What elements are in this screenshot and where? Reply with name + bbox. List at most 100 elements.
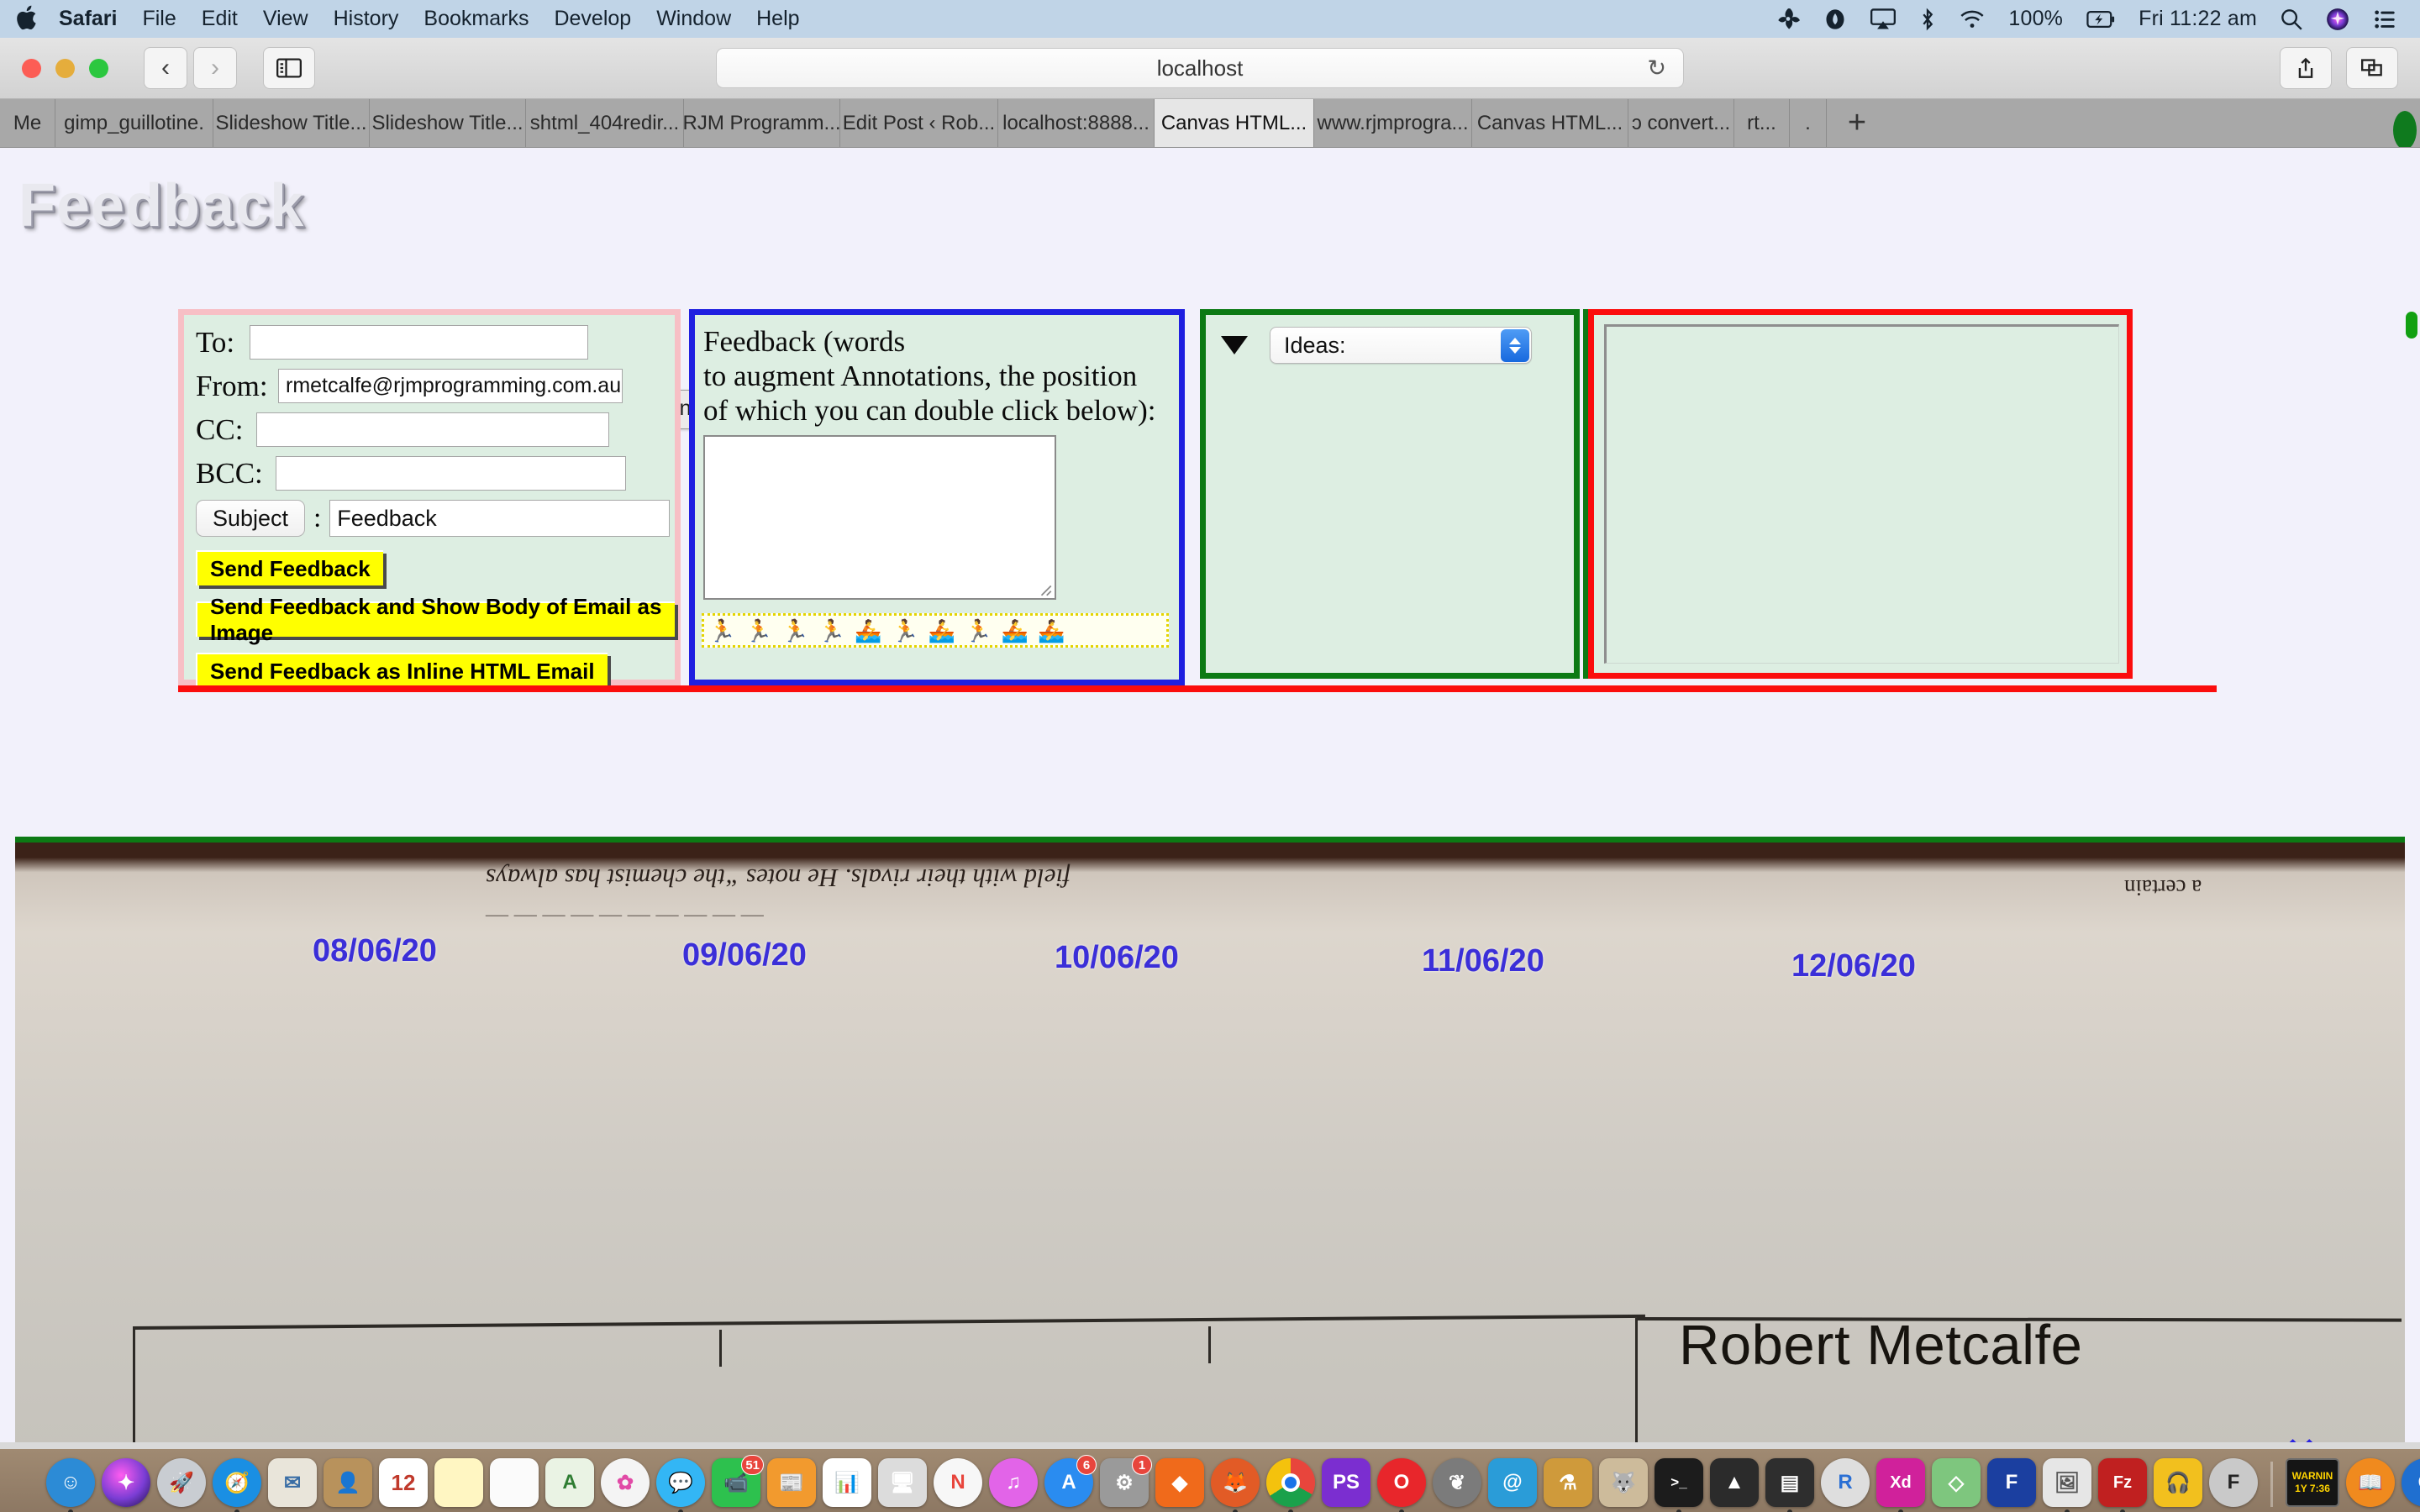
tab-0[interactable]: Me — [0, 99, 55, 147]
news-icon[interactable]: 📰 — [767, 1458, 816, 1507]
tab-8-active[interactable]: Canvas HTML... — [1155, 99, 1314, 147]
x-marker-4[interactable]: ✕ — [2286, 1431, 2317, 1442]
address-bar[interactable]: localhost ↻ — [716, 48, 1684, 88]
appstore-icon[interactable]: A6 — [1044, 1455, 1097, 1507]
tab-1[interactable]: gimp_guillotine. — [55, 99, 213, 147]
siri-dock-icon[interactable]: ✦ — [102, 1458, 150, 1507]
calendar-icon[interactable]: 12 — [379, 1458, 428, 1507]
menu-item-help[interactable]: Help — [756, 8, 799, 29]
tab-6[interactable]: Edit Post ‹ Rob... — [840, 99, 998, 147]
photos-icon[interactable]: ✿ — [601, 1458, 650, 1507]
warning-widget[interactable]: WARNIN 1Y 7:36 — [2286, 1458, 2339, 1507]
contacts-icon[interactable]: 👤 — [324, 1458, 372, 1507]
gimp-icon[interactable]: 🐺 — [1599, 1458, 1648, 1507]
subject-input[interactable]: Feedback — [329, 500, 671, 537]
fontlab-icon[interactable]: F — [2209, 1458, 2258, 1507]
forward-button[interactable]: › — [193, 47, 237, 89]
stepper-updown-icon[interactable] — [1501, 329, 1529, 362]
inkscape-icon[interactable]: ▲ — [1710, 1458, 1759, 1507]
menu-bar-clock[interactable]: Fri 11:22 am — [2139, 7, 2257, 31]
tab-9[interactable]: www.rjmprogra... — [1314, 99, 1472, 147]
minimize-window-button[interactable] — [55, 58, 75, 78]
tab-11[interactable]: ɔ convert... — [1628, 99, 1734, 147]
onyx-icon[interactable]: ❦ — [1433, 1458, 1481, 1507]
qlab-icon[interactable]: Q — [2402, 1458, 2420, 1507]
dropbox-app-icon[interactable]: ◆ — [1155, 1458, 1204, 1507]
close-window-button[interactable] — [22, 58, 41, 78]
new-tab-button[interactable]: + — [1827, 99, 1887, 147]
malwarebytes-icon[interactable] — [1823, 8, 1847, 31]
preview-icon[interactable]: 🖼 — [2043, 1458, 2091, 1512]
itunes-icon[interactable]: ♫ — [989, 1458, 1038, 1507]
tab-7[interactable]: localhost:8888... — [998, 99, 1155, 147]
apple-menu-icon[interactable] — [15, 3, 40, 32]
finder-icon[interactable]: ☺ — [46, 1458, 95, 1512]
maximize-window-button[interactable] — [89, 58, 108, 78]
facetime-icon[interactable]: 📹 51 — [712, 1455, 764, 1507]
send-feedback-inline-html-button[interactable]: Send Feedback as Inline HTML Email — [196, 653, 608, 688]
menu-item-edit[interactable]: Edit — [202, 8, 238, 29]
page-scrollbar-thumb[interactable] — [2406, 312, 2417, 339]
filezilla-icon[interactable]: Fz — [2098, 1458, 2147, 1512]
share-icon[interactable] — [2280, 47, 2332, 89]
reload-icon[interactable]: ↻ — [1647, 55, 1666, 81]
filemaker-icon[interactable]: F — [1987, 1458, 2036, 1507]
menu-item-develop[interactable]: Develop — [554, 8, 631, 29]
maps-icon[interactable]: A — [545, 1458, 594, 1507]
menu-item-history[interactable]: History — [334, 8, 399, 29]
cc-input[interactable] — [256, 412, 609, 447]
battery-charging-icon[interactable] — [2086, 10, 2115, 28]
lantern-icon[interactable]: ⚗ — [1544, 1458, 1592, 1507]
annotation-emoji-strip[interactable]: 🏃 🏃 🏃 🏃 🚣 🏃 🚣 🏃 🚣 🚣 — [702, 612, 1169, 648]
resize-grip-icon[interactable] — [1035, 580, 1052, 596]
contact-sheet-icon[interactable]: ▤ — [1765, 1458, 1814, 1512]
wifi-icon[interactable] — [1960, 9, 1985, 29]
back-button[interactable]: ‹ — [144, 47, 187, 89]
feedback-textarea[interactable] — [703, 434, 1056, 600]
ideas-select[interactable]: Ideas: — [1270, 327, 1532, 364]
tabs-overview-icon[interactable] — [2346, 47, 2398, 89]
siri-icon[interactable] — [2326, 8, 2349, 31]
preview-inner-frame[interactable] — [1604, 324, 2119, 664]
x-marker-3[interactable]: ✕ — [1933, 1435, 1964, 1442]
photoshop-icon[interactable]: PS — [1322, 1458, 1370, 1507]
tab-4[interactable]: shtml_404redir... — [526, 99, 684, 147]
triangle-down-icon[interactable] — [1221, 336, 1248, 354]
adobe-xd-icon[interactable]: Xd — [1876, 1458, 1925, 1512]
audacity-icon[interactable]: 🎧 — [2154, 1458, 2202, 1507]
tab-5[interactable]: RJM Programm... — [684, 99, 840, 147]
mail-icon[interactable]: ✉ — [268, 1458, 317, 1507]
menu-item-file[interactable]: File — [142, 8, 176, 29]
menu-item-window[interactable]: Window — [656, 8, 731, 29]
system-preferences-icon[interactable]: ⚙ 1 — [1100, 1455, 1152, 1507]
tab-12[interactable]: rt... — [1734, 99, 1790, 147]
firefox-icon[interactable]: 🦊 — [1211, 1458, 1260, 1512]
chrome-icon[interactable] — [1266, 1458, 1315, 1512]
notes-icon[interactable] — [434, 1458, 483, 1507]
reminders-icon[interactable] — [490, 1458, 539, 1507]
from-input[interactable]: rmetcalfe@rjmprogramming.com.au — [278, 369, 623, 403]
launchpad-icon[interactable]: 🚀 — [157, 1458, 206, 1507]
menu-item-safari[interactable]: Safari — [59, 8, 117, 29]
to-input[interactable] — [250, 325, 588, 360]
send-feedback-image-button[interactable]: Send Feedback and Show Body of Email as … — [196, 594, 675, 645]
bcc-input[interactable] — [276, 456, 626, 491]
safari-dock-icon[interactable]: 🧭 — [213, 1458, 261, 1512]
atom-icon[interactable]: @ — [1488, 1458, 1537, 1507]
sidebar-toggle-icon[interactable] — [263, 47, 315, 89]
tab-10[interactable]: Canvas HTML... — [1472, 99, 1628, 147]
tab-3[interactable]: Slideshow Title... — [370, 99, 526, 147]
sketch-icon[interactable]: ◇ — [1932, 1458, 1981, 1507]
tab-13[interactable]: . — [1790, 99, 1827, 147]
send-feedback-button[interactable]: Send Feedback — [196, 550, 383, 585]
control-center-icon[interactable] — [2373, 9, 2396, 29]
dropbox-icon[interactable] — [1776, 8, 1801, 31]
opera-icon[interactable]: O — [1377, 1458, 1426, 1512]
airplay-icon[interactable] — [1870, 8, 1897, 30]
tab-2[interactable]: Slideshow Title... — [213, 99, 370, 147]
menu-item-view[interactable]: View — [263, 8, 308, 29]
annotation-photo-canvas[interactable]: field with their rivals. He notes “the c… — [15, 837, 2405, 1442]
menu-item-bookmarks[interactable]: Bookmarks — [424, 8, 529, 29]
bluetooth-icon[interactable] — [1919, 8, 1936, 31]
spotlight-search-icon[interactable] — [2281, 8, 2302, 30]
